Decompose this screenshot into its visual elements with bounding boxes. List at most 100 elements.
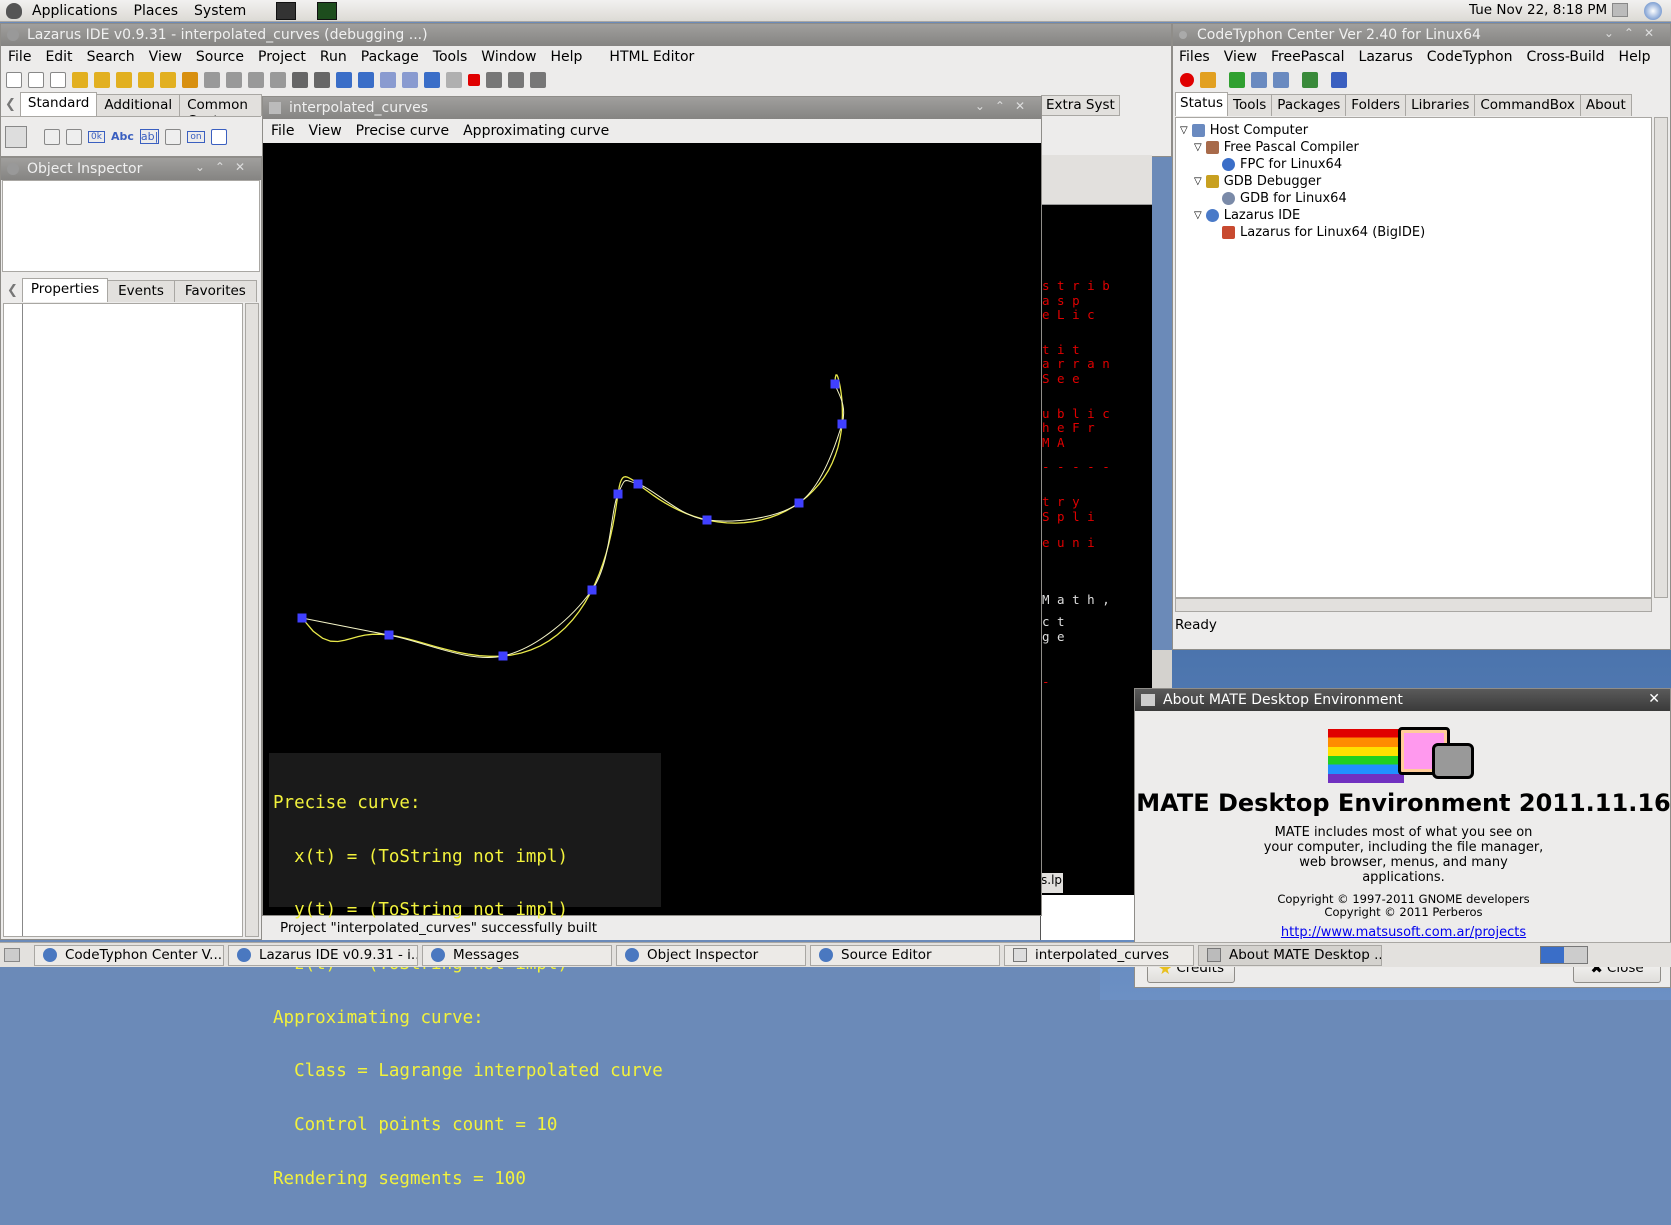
expander-icon[interactable]: ▽: [1194, 142, 1202, 153]
step-into-icon[interactable]: [486, 72, 502, 88]
tree-horizontal-scrollbar[interactable]: [1175, 598, 1652, 612]
step-out-icon[interactable]: [530, 72, 546, 88]
delete-icon[interactable]: [1251, 72, 1267, 88]
tab-about[interactable]: About: [1579, 94, 1632, 116]
stop-icon[interactable]: [468, 74, 480, 86]
window-controls[interactable]: ⌄⌃✕: [1604, 26, 1664, 40]
codetyphon-tray-icon[interactable]: [1644, 2, 1662, 20]
menu-window[interactable]: Window: [481, 49, 536, 65]
menu-lazarus[interactable]: Lazarus: [1359, 49, 1413, 65]
control-point-6[interactable]: [633, 479, 643, 489]
applications-menu[interactable]: Applications: [32, 3, 118, 19]
menu-file[interactable]: File: [271, 123, 294, 139]
property-grid[interactable]: [3, 303, 243, 937]
object-inspector-titlebar[interactable]: Object Inspector ⌄⌃✕: [1, 158, 261, 180]
project-options-icon[interactable]: [248, 72, 264, 88]
tree-item-gdb-linux64[interactable]: GDB for Linux64: [1180, 190, 1651, 207]
tedit-icon[interactable]: ab|: [139, 129, 160, 144]
property-grid-scrollbar[interactable]: [245, 303, 259, 937]
menu-source[interactable]: Source: [196, 49, 244, 65]
step-over-icon[interactable]: [508, 72, 524, 88]
task-messages[interactable]: Messages: [422, 944, 612, 966]
tab-favorites[interactable]: Favorites: [173, 280, 257, 302]
task-interpolated-curves[interactable]: interpolated_curves: [1004, 944, 1194, 966]
about-website-link[interactable]: http://www.matsusoft.com.ar/projects: [1135, 925, 1671, 940]
window-controls[interactable]: ⌄⌃✕: [195, 160, 255, 174]
palette-tab-common-controls[interactable]: Common Contr: [179, 94, 262, 129]
run-icon[interactable]: [380, 72, 396, 88]
terminal-launcher-icon[interactable]: [276, 1, 297, 20]
tab-status[interactable]: Status: [1175, 92, 1229, 116]
menu-freepascal[interactable]: FreePascal: [1271, 49, 1345, 65]
open-project-icon[interactable]: [94, 72, 110, 88]
system-menu[interactable]: System: [194, 3, 246, 19]
download-icon[interactable]: [1200, 72, 1216, 88]
save-all-icon[interactable]: [138, 72, 154, 88]
component-tree[interactable]: [2, 180, 260, 272]
chart-icon[interactable]: [1331, 72, 1347, 88]
status-tree[interactable]: ▽ Host Computer ▽ Free Pascal Compiler F…: [1175, 117, 1652, 598]
tab-properties[interactable]: Properties: [21, 278, 109, 302]
menu-help[interactable]: Help: [551, 49, 583, 65]
control-point-8[interactable]: [794, 498, 804, 508]
breakpoint-icon[interactable]: [358, 72, 374, 88]
palette-tab-standard[interactable]: Standard: [19, 92, 98, 116]
menu-tools[interactable]: Tools: [433, 49, 468, 65]
about-close-icon[interactable]: ✕: [1648, 691, 1660, 707]
menu-help[interactable]: Help: [1619, 49, 1651, 65]
about-titlebar[interactable]: About MATE Desktop Environment ✕: [1135, 689, 1670, 711]
menu-files[interactable]: Files: [1179, 49, 1210, 65]
curves-titlebar[interactable]: interpolated_curves ⌄⌃✕: [263, 97, 1041, 119]
control-point-5[interactable]: [613, 489, 623, 499]
tcheckbox-icon[interactable]: [210, 128, 227, 145]
debug-icon[interactable]: [336, 72, 352, 88]
menu-file[interactable]: File: [8, 49, 31, 65]
tab-events[interactable]: Events: [107, 280, 175, 302]
tab-folders[interactable]: Folders: [1345, 94, 1407, 116]
menu-view[interactable]: View: [1224, 49, 1257, 65]
save-icon[interactable]: [116, 72, 132, 88]
toggle-form-icon[interactable]: [182, 72, 198, 88]
tlabel-icon[interactable]: Abc: [111, 130, 134, 143]
control-point-2[interactable]: [384, 630, 394, 640]
menu-html-editor[interactable]: HTML Editor: [609, 49, 694, 65]
tab-commandbox[interactable]: CommandBox: [1474, 94, 1581, 116]
compile-icon[interactable]: [292, 72, 308, 88]
tree-item-lazarus-linux64[interactable]: Lazarus for Linux64 (BigIDE): [1180, 224, 1651, 241]
task-lazarus-ide[interactable]: Lazarus IDE v0.9.31 - i...: [228, 944, 418, 966]
copy-icon[interactable]: [1273, 72, 1289, 88]
palette-scroll-left-icon[interactable]: ❮: [5, 97, 16, 112]
window-controls[interactable]: ⌄⌃✕: [975, 99, 1035, 113]
task-codetyphon[interactable]: CodeTyphon Center V...: [34, 944, 224, 966]
task-about-mate[interactable]: About MATE Desktop ...: [1198, 944, 1382, 966]
project-file-tab[interactable]: s.lpr: [1041, 873, 1063, 893]
expander-icon[interactable]: ▽: [1194, 176, 1202, 187]
run-disabled-icon[interactable]: [446, 72, 462, 88]
places-menu[interactable]: Places: [134, 3, 179, 19]
menu-codetyphon[interactable]: CodeTyphon: [1427, 49, 1513, 65]
palette-tab-extra-system[interactable]: Extra Syst: [1041, 95, 1120, 116]
oi-tabs-scroll-left-icon[interactable]: ❮: [7, 283, 18, 298]
tab-tools[interactable]: Tools: [1227, 94, 1273, 116]
tmainmenu-icon[interactable]: [44, 128, 60, 145]
clock[interactable]: Tue Nov 22, 8:18 PM: [1469, 2, 1607, 18]
codetyphon-titlebar[interactable]: CodeTyphon Center Ver 2.40 for Linux64 ⌄…: [1173, 24, 1670, 46]
tpopupmenu-icon[interactable]: [66, 128, 82, 145]
menu-view[interactable]: View: [308, 123, 341, 139]
network-icon[interactable]: [1612, 3, 1628, 17]
tmemo-icon[interactable]: [165, 128, 182, 145]
task-object-inspector[interactable]: Object Inspector: [616, 944, 806, 966]
tab-packages[interactable]: Packages: [1271, 94, 1347, 116]
menu-edit[interactable]: Edit: [45, 49, 72, 65]
build-icon[interactable]: [314, 72, 330, 88]
new-form-icon[interactable]: [28, 72, 44, 88]
palette-tab-additional[interactable]: Additional: [96, 94, 181, 116]
step-icon[interactable]: [402, 72, 418, 88]
menu-approximating-curve[interactable]: Approximating curve: [463, 123, 609, 139]
menu-precise-curve[interactable]: Precise curve: [356, 123, 449, 139]
control-point-7[interactable]: [702, 515, 712, 525]
control-point-4[interactable]: [587, 585, 597, 595]
tree-item-gdb-debugger[interactable]: ▽ GDB Debugger: [1180, 173, 1651, 190]
tab-libraries[interactable]: Libraries: [1405, 94, 1476, 116]
task-source-editor[interactable]: Source Editor: [810, 944, 1000, 966]
